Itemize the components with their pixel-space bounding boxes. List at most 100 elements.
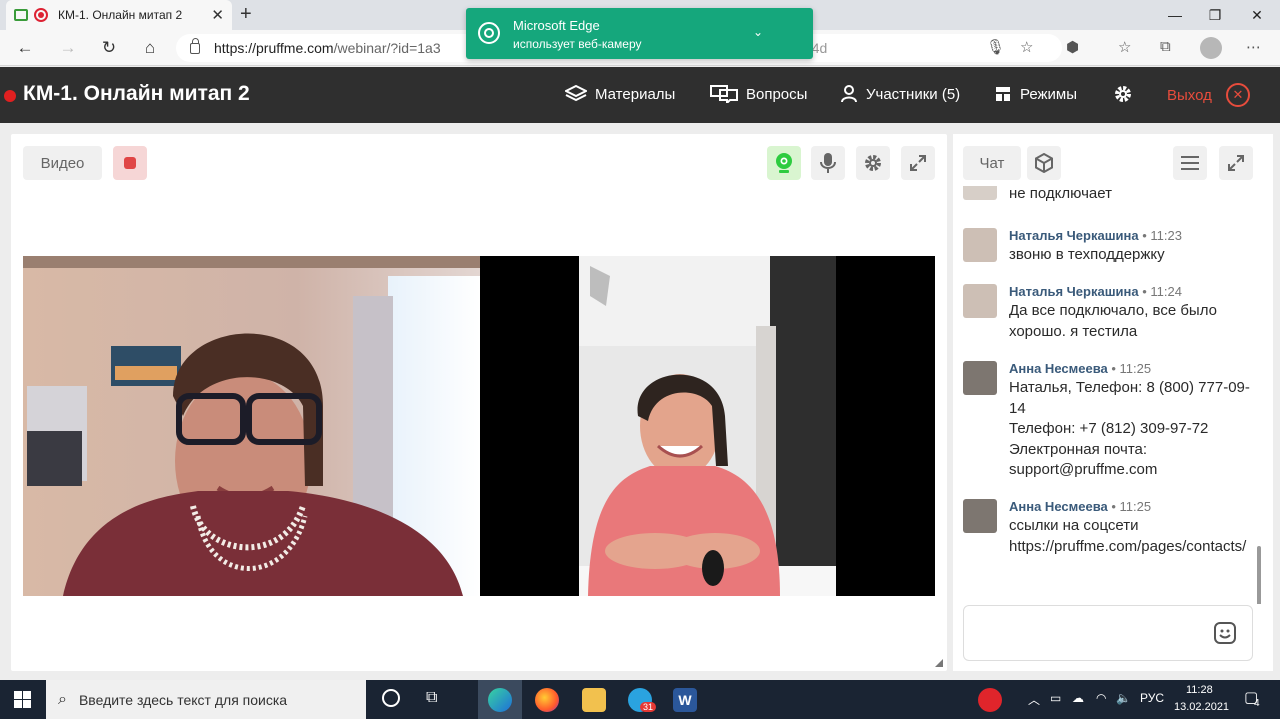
tab-chat[interactable]: Чат (963, 146, 1021, 180)
live-indicator (4, 90, 16, 102)
camera-toggle-button[interactable] (767, 146, 801, 180)
cortana-icon[interactable] (382, 689, 400, 707)
hamburger-icon (1181, 156, 1199, 170)
message-link[interactable]: https://pruffme.com/pages/contacts/ (1009, 537, 1259, 558)
windows-start-icon[interactable] (14, 691, 31, 708)
participant-video-2[interactable] (480, 256, 935, 596)
url-path: /webinar/?id=1a3 (333, 40, 441, 56)
materials-label: Материалы (595, 85, 676, 103)
participant-video-1[interactable] (23, 256, 480, 596)
webinar-header: КМ-1. Онлайн митап 2 Материалы Вопросы У… (0, 67, 1280, 123)
message-text: не подключает (1009, 186, 1112, 202)
close-tab-icon[interactable]: ✕ (211, 6, 224, 24)
questions-label: Вопросы (746, 85, 808, 103)
microphone-icon[interactable]: 🎙 (986, 38, 1005, 56)
cube-button[interactable] (1027, 146, 1061, 180)
gear-icon (1112, 85, 1134, 103)
chat-input[interactable] (963, 605, 1253, 661)
settings-button[interactable] (1112, 85, 1142, 103)
microphone-button[interactable] (811, 146, 845, 180)
avatar (963, 228, 997, 262)
message-time: • 11:24 (1138, 284, 1182, 299)
clock-time[interactable]: 11:28 (1186, 684, 1213, 696)
message-header: Анна Несмеева • 11:25 (1009, 361, 1151, 376)
gear-icon (865, 155, 881, 171)
message-header: Наталья Черкашина • 11:24 (1009, 284, 1182, 299)
notification-count: 4 (1254, 698, 1260, 709)
tab-video[interactable]: Видео (23, 146, 102, 180)
file-explorer-icon[interactable] (582, 688, 606, 712)
chat-menu-button[interactable] (1173, 146, 1207, 180)
taskbar: ⌕ Введите здесь текст для поиска ⧉ 31 W … (0, 680, 1280, 719)
search-placeholder: Введите здесь текст для поиска (78, 691, 288, 708)
chat-fullscreen-button[interactable] (1219, 146, 1253, 180)
modes-button[interactable]: Режимы (994, 85, 1077, 103)
refresh-button[interactable]: ↻ (96, 36, 122, 60)
lock-icon[interactable] (190, 37, 200, 54)
message-text: звоню в техподдержку (1009, 246, 1165, 263)
author-name: Анна Несмеева (1009, 361, 1108, 376)
firefox-icon[interactable] (535, 688, 559, 712)
close-window-button[interactable]: ✕ (1234, 0, 1280, 30)
cube-icon (1035, 153, 1053, 173)
chat-messages[interactable]: не подключает Наталья Черкашина • 11:23 … (953, 186, 1263, 604)
chat-scrollbar[interactable] (1257, 546, 1261, 604)
exit-button[interactable]: Выход ✕ (1167, 83, 1250, 107)
fullscreen-button[interactable] (901, 146, 935, 180)
favorite-icon[interactable]: ☆ (1020, 38, 1033, 56)
taskbar-edge[interactable] (478, 680, 522, 719)
cloud-icon[interactable]: ☁ (1072, 691, 1084, 705)
chat-tab-label: Чат (979, 154, 1005, 172)
avatar (963, 186, 997, 200)
microphone-icon (820, 153, 836, 173)
video-settings-button[interactable] (856, 146, 890, 180)
video-tab-label: Видео (40, 154, 85, 172)
extension-icon[interactable]: ⬢ (1066, 38, 1079, 56)
author-name: Наталья Черкашина (1009, 284, 1139, 299)
expand-icon (1228, 155, 1244, 171)
questions-button[interactable]: Вопросы (710, 85, 807, 103)
tab-title: КМ-1. Онлайн митап 2 (58, 8, 183, 22)
wifi-icon[interactable]: ◠ (1096, 691, 1106, 705)
forward-button[interactable]: → (55, 36, 81, 60)
chevron-down-icon[interactable]: ⌄ (753, 25, 763, 39)
battery-icon[interactable]: ▭ (1050, 691, 1061, 705)
materials-button[interactable]: Материалы (565, 85, 675, 103)
back-button[interactable]: ← (12, 36, 38, 60)
menu-icon[interactable]: ⋯ (1246, 38, 1261, 56)
search-icon: ⌕ (58, 690, 67, 708)
notification-text: использует веб-камеру (513, 37, 642, 51)
home-button[interactable]: ⌂ (137, 36, 163, 60)
profile-avatar[interactable] (1200, 37, 1222, 59)
user-icon (840, 85, 858, 103)
word-icon[interactable]: W (673, 688, 697, 712)
volume-icon[interactable]: 🔈 (1116, 691, 1131, 705)
new-tab-button[interactable]: + (240, 3, 252, 26)
exit-label: Выход (1167, 86, 1212, 104)
message-header: Анна Несмеева • 11:25 (1009, 499, 1151, 514)
page-title: КМ-1. Онлайн митап 2 (23, 82, 250, 105)
record-button[interactable] (113, 146, 147, 180)
tab-actions-icon[interactable] (14, 9, 28, 21)
chat-bubbles-icon (710, 85, 738, 103)
camera-notification[interactable]: Microsoft Edge использует веб-камеру ⌄ (466, 8, 813, 59)
taskbar-search[interactable]: ⌕ Введите здесь текст для поиска (46, 680, 366, 719)
browser-tab[interactable]: КМ-1. Онлайн митап 2 ✕ (6, 0, 232, 30)
pulse-app-icon[interactable] (978, 688, 1002, 712)
collections-icon[interactable]: ⧉ (1160, 38, 1171, 55)
participants-button[interactable]: Участники (5) (840, 85, 960, 103)
author-name: Анна Несмеева (1009, 499, 1108, 514)
telegram-badge: 31 (640, 702, 657, 712)
favorites-icon[interactable]: ☆ (1118, 38, 1131, 56)
language-indicator[interactable]: РУС (1140, 691, 1164, 705)
task-view-icon[interactable]: ⧉ (426, 689, 437, 707)
restore-button[interactable]: ❐ (1192, 0, 1238, 30)
resize-handle[interactable] (935, 659, 943, 667)
participants-label: Участники (5) (866, 85, 961, 103)
avatar (963, 361, 997, 395)
chevron-up-icon[interactable]: ︿ (1028, 691, 1040, 708)
emoji-icon[interactable] (1214, 622, 1236, 644)
participant-video-1-image (23, 256, 480, 596)
clock-date[interactable]: 13.02.2021 (1174, 701, 1229, 713)
edge-icon (488, 688, 512, 712)
